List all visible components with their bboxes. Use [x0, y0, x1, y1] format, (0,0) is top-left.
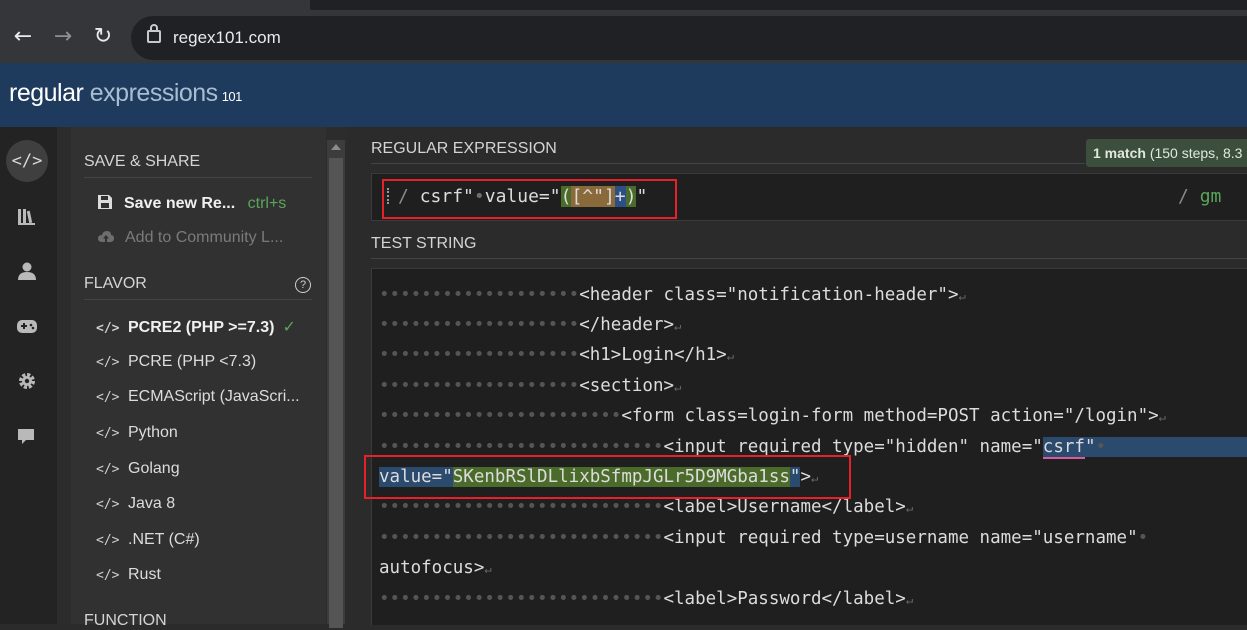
logo-number: 101	[221, 89, 243, 104]
library-icon[interactable]	[6, 195, 48, 237]
flavor-item-java[interactable]: </> Java 8	[96, 495, 175, 513]
annotation-box-regex	[382, 179, 677, 219]
code-icon[interactable]: </>	[6, 140, 48, 182]
test-line: •••••••••••••••••••••••••••<input requir…	[379, 437, 1247, 459]
tab-strip	[0, 0, 1247, 10]
help-icon[interactable]: ?	[295, 277, 311, 293]
save-shortcut: ctrl+s	[247, 195, 287, 212]
save-icon	[98, 195, 112, 209]
flavor-item-pcre2[interactable]: </> PCRE2 (PHP >=7.3) ✓	[96, 317, 296, 337]
match-count: 1 match	[1093, 145, 1146, 161]
flags-text: gm	[1199, 186, 1222, 207]
cloud-upload-icon	[98, 231, 114, 242]
flavor-item-dotnet[interactable]: </> .NET (C#)	[96, 531, 200, 549]
flavor-item-rust[interactable]: </> Rust	[96, 566, 161, 584]
icon-sidebar: </>	[0, 127, 57, 624]
delimiter-close: /	[1178, 186, 1189, 207]
code-icon: </>	[96, 497, 120, 512]
chat-icon[interactable]	[6, 415, 48, 457]
test-line: •••••••••••••••••••<h1>Login</h1>↵	[379, 345, 734, 365]
code-icon: </>	[96, 321, 120, 336]
test-line: •••••••••••••••••••••••••••<label>Passwo…	[379, 589, 914, 609]
test-line: •••••••••••••••••••••••••••<label>Userna…	[379, 497, 914, 517]
regex-title: REGULAR EXPRESSION	[371, 140, 557, 157]
url-text: regex101.com	[173, 28, 281, 47]
add-to-community-button[interactable]: Add to Community L...	[98, 229, 283, 247]
code-icon: </>	[96, 462, 120, 477]
test-line: •••••••••••••••••••<section>↵	[379, 376, 682, 396]
flavor-item-python[interactable]: </> Python	[96, 424, 178, 442]
code-icon: </>	[96, 355, 120, 370]
test-line: •••••••••••••••••••</header>↵	[379, 315, 682, 335]
divider	[371, 163, 1085, 164]
code-icon: </>	[96, 426, 120, 441]
divider	[84, 299, 312, 300]
back-icon[interactable]: ←	[8, 22, 38, 52]
divider	[84, 177, 312, 178]
test-line: •••••••••••••••••••<header class="notifi…	[379, 285, 966, 305]
match-csrf: csrf	[1042, 437, 1085, 459]
test-line: •••••••••••••••••••••••<form class=login…	[379, 406, 1166, 426]
code-icon: </>	[96, 533, 120, 548]
flavor-item-ecmascript[interactable]: </> ECMAScript (JavaScri...	[96, 388, 300, 406]
regex-flags[interactable]: / gm	[1178, 186, 1221, 207]
check-icon: ✓	[282, 319, 296, 336]
reload-icon[interactable]: ↻	[88, 22, 118, 52]
scroll-thumb[interactable]	[329, 158, 343, 628]
code-icon: </>	[96, 568, 120, 583]
user-icon[interactable]	[6, 250, 48, 292]
scroll-up-icon[interactable]	[331, 144, 341, 150]
address-bar[interactable]: regex101.com	[131, 16, 1247, 60]
annotation-box-match	[364, 455, 851, 499]
test-line: autofocus>↵	[379, 558, 492, 578]
match-detail: (150 steps, 8.3	[1149, 145, 1243, 161]
lock-icon	[147, 24, 161, 43]
site-logo[interactable]: regular expressions 101	[9, 79, 242, 108]
match-info-badge: 1 match (150 steps, 8.3	[1086, 139, 1247, 167]
test-line: •••••••••••••••••••••••••••<input requir…	[379, 528, 1149, 548]
settings-icon[interactable]	[6, 360, 48, 402]
flavor-item-pcre[interactable]: </> PCRE (PHP <7.3)	[96, 353, 256, 371]
save-label: Save new Re...	[124, 195, 236, 212]
flavor-title: FLAVOR	[84, 275, 147, 292]
quiz-icon[interactable]	[6, 305, 48, 347]
code-icon: </>	[96, 390, 120, 405]
community-label: Add to Community L...	[125, 229, 284, 246]
function-title: FUNCTION	[84, 612, 167, 629]
site-header: regular expressions 101	[0, 63, 1247, 127]
save-new-regex-button[interactable]: Save new Re... ctrl+s	[98, 195, 286, 213]
active-tab[interactable]	[0, 0, 310, 10]
side-panel-scrollbar[interactable]	[327, 140, 345, 628]
test-string-title: TEST STRING	[371, 235, 477, 252]
forward-icon[interactable]: →	[48, 22, 78, 52]
divider	[371, 258, 1247, 259]
flavor-item-golang[interactable]: </> Golang	[96, 460, 180, 478]
save-share-title: SAVE & SHARE	[84, 153, 201, 170]
logo-word-expressions: expressions	[89, 79, 218, 107]
logo-word-regular: regular	[9, 79, 84, 107]
